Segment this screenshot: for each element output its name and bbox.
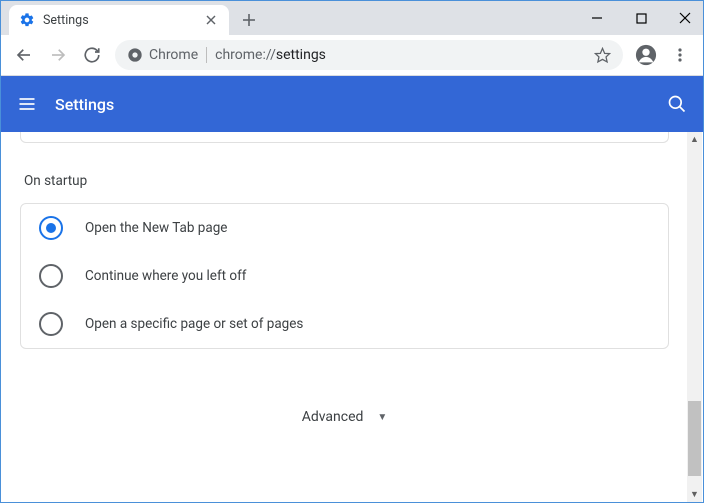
address-bar[interactable]: Chrome chrome://settings	[115, 40, 623, 70]
radio-icon	[39, 312, 63, 336]
bookmark-button[interactable]	[594, 47, 611, 64]
chevron-down-icon: ▼	[377, 412, 387, 423]
startup-option-new-tab[interactable]: Open the New Tab page	[21, 204, 668, 252]
window-close-button[interactable]	[673, 6, 697, 30]
radio-icon	[39, 216, 63, 240]
settings-header: Settings	[1, 76, 703, 132]
header-title: Settings	[55, 95, 114, 114]
chrome-icon	[127, 47, 143, 63]
gear-icon	[19, 12, 35, 28]
reload-button[interactable]	[75, 38, 109, 72]
radio-icon	[39, 264, 63, 288]
origin-label: Chrome	[149, 47, 198, 63]
browser-tab[interactable]: Settings	[9, 5, 229, 35]
settings-content: On startup Open the New Tab page Continu…	[2, 132, 687, 502]
window-controls	[585, 1, 697, 35]
startup-options-card: Open the New Tab page Continue where you…	[20, 203, 669, 349]
browser-toolbar: Chrome chrome://settings	[1, 35, 703, 76]
window-titlebar: Settings	[1, 1, 703, 35]
search-button[interactable]	[667, 94, 687, 114]
previous-section-card	[20, 132, 669, 143]
profile-button[interactable]	[629, 38, 663, 72]
startup-option-continue[interactable]: Continue where you left off	[21, 252, 668, 300]
site-info-button[interactable]: Chrome	[127, 47, 198, 63]
scroll-up-button[interactable]: ▲	[687, 132, 702, 147]
section-title: On startup	[24, 173, 687, 189]
menu-button[interactable]	[663, 38, 697, 72]
radio-label: Continue where you left off	[85, 268, 247, 284]
new-tab-button[interactable]	[235, 6, 263, 34]
omnibox-divider	[206, 47, 207, 63]
tab-title: Settings	[43, 13, 203, 28]
advanced-label: Advanced	[302, 409, 364, 425]
hamburger-menu-button[interactable]	[17, 94, 37, 114]
advanced-toggle[interactable]: Advanced ▼	[2, 409, 687, 425]
close-icon[interactable]	[203, 12, 219, 28]
maximize-button[interactable]	[629, 6, 653, 30]
back-button[interactable]	[7, 38, 41, 72]
scroll-thumb[interactable]	[688, 401, 701, 476]
minimize-button[interactable]	[585, 6, 609, 30]
startup-option-specific-pages[interactable]: Open a specific page or set of pages	[21, 300, 668, 348]
radio-label: Open a specific page or set of pages	[85, 316, 303, 332]
url-text: chrome://settings	[215, 47, 326, 63]
radio-label: Open the New Tab page	[85, 220, 227, 236]
forward-button[interactable]	[41, 38, 75, 72]
vertical-scrollbar[interactable]: ▲ ▼	[687, 132, 702, 502]
scroll-down-button[interactable]: ▼	[687, 487, 702, 502]
